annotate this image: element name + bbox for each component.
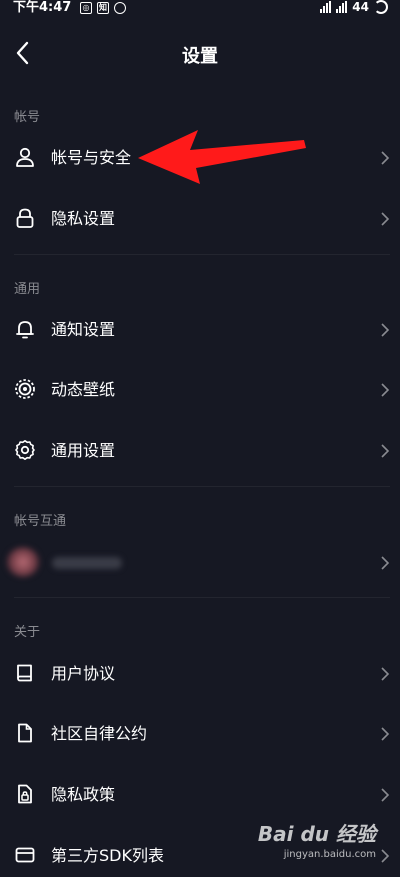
divider bbox=[14, 486, 390, 487]
lock-icon bbox=[16, 208, 34, 228]
linked-account-item[interactable] bbox=[0, 533, 400, 593]
settings-item-label: 通用设置 bbox=[51, 441, 116, 460]
section-header-linked-accounts: 帐号互通 bbox=[14, 514, 67, 529]
settings-item-privacy[interactable]: 隐私设置 bbox=[0, 189, 400, 249]
chevron-right-icon bbox=[381, 151, 390, 165]
chevron-right-icon bbox=[381, 849, 390, 863]
privacy-doc-icon bbox=[18, 784, 32, 804]
chevron-right-icon bbox=[381, 383, 390, 397]
section-header-general: 通用 bbox=[14, 282, 41, 297]
section-header-account: 帐号 bbox=[14, 110, 41, 125]
chevron-right-icon bbox=[381, 444, 390, 458]
card-icon bbox=[15, 847, 35, 863]
settings-item-privacy-policy[interactable]: 隐私政策 bbox=[0, 765, 400, 825]
settings-screen: 下午4:47 ◎ 知 44 设置 帐号 帐号与安全 隐私设置 通用 通知设置 动… bbox=[0, 0, 400, 877]
header: 设置 bbox=[0, 30, 400, 76]
signal-icon-2 bbox=[336, 1, 348, 13]
watermark: Bai du 经验 jingyan.baidu.com bbox=[258, 818, 376, 860]
weibo-icon: ◎ bbox=[80, 2, 92, 14]
divider bbox=[14, 597, 390, 598]
chevron-right-icon bbox=[381, 788, 390, 802]
page-title: 设置 bbox=[182, 46, 218, 67]
person-icon bbox=[16, 147, 34, 167]
settings-item-general[interactable]: 通用设置 bbox=[0, 421, 400, 481]
watermark-url: jingyan.baidu.com bbox=[283, 849, 376, 860]
settings-item-label: 动态壁纸 bbox=[51, 380, 116, 399]
settings-item-label: 第三方SDK列表 bbox=[51, 846, 164, 865]
blurred-account-name bbox=[52, 557, 122, 569]
watermark-logo: Bai du 经验 bbox=[257, 822, 376, 846]
wallpaper-icon bbox=[15, 379, 35, 399]
settings-item-user-agreement[interactable]: 用户协议 bbox=[0, 644, 400, 704]
hotspot-icon bbox=[114, 2, 126, 14]
book-icon bbox=[17, 664, 32, 682]
gear-icon bbox=[15, 440, 35, 460]
settings-item-community-guidelines[interactable]: 社区自律公约 bbox=[0, 704, 400, 764]
section-header-about: 关于 bbox=[14, 625, 41, 640]
status-time: 下午4:47 bbox=[13, 0, 72, 15]
status-notification-icons: ◎ 知 bbox=[80, 2, 126, 14]
settings-item-wallpaper[interactable]: 动态壁纸 bbox=[0, 360, 400, 420]
document-icon bbox=[18, 723, 32, 743]
avatar bbox=[6, 547, 40, 577]
bell-icon bbox=[16, 321, 34, 339]
settings-item-label: 用户协议 bbox=[51, 664, 116, 683]
chevron-right-icon bbox=[381, 212, 390, 226]
settings-item-label: 帐号与安全 bbox=[51, 148, 132, 167]
zhihu-icon: 知 bbox=[97, 2, 109, 14]
chevron-right-icon bbox=[381, 727, 390, 741]
battery-level: 44 bbox=[352, 0, 369, 14]
annotation-arrow bbox=[138, 130, 306, 184]
signal-icon bbox=[320, 1, 332, 13]
battery-icon bbox=[374, 0, 388, 14]
chevron-right-icon bbox=[381, 556, 390, 570]
divider bbox=[14, 254, 390, 255]
chevron-right-icon bbox=[381, 323, 390, 337]
settings-item-label: 隐私设置 bbox=[51, 209, 116, 228]
settings-item-label: 社区自律公约 bbox=[51, 724, 148, 743]
status-bar: 下午4:47 ◎ 知 44 bbox=[0, 0, 400, 18]
status-right-group: 44 bbox=[320, 0, 388, 14]
settings-item-notifications[interactable]: 通知设置 bbox=[0, 300, 400, 360]
settings-item-label: 隐私政策 bbox=[51, 785, 116, 804]
settings-item-label: 通知设置 bbox=[51, 320, 116, 339]
chevron-right-icon bbox=[381, 667, 390, 681]
